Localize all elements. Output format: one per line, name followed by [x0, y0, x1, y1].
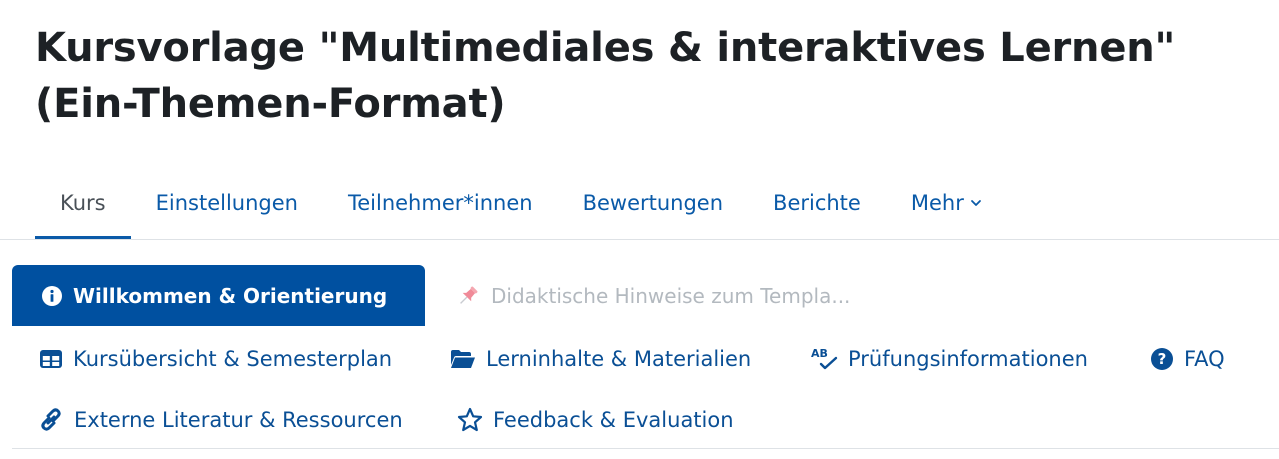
nav-tab-label: Einstellungen [155, 190, 298, 215]
nav-tab-bewertungen[interactable]: Bewertungen [558, 165, 748, 240]
nav-tab-teilnehmer[interactable]: Teilnehmer*innen [323, 165, 558, 240]
nav-tab-einstellungen[interactable]: Einstellungen [131, 165, 323, 240]
nav-tab-label: Mehr [910, 190, 964, 215]
link-feedback-evaluation[interactable]: Feedback & Evaluation [457, 389, 734, 450]
chevron-down-icon [970, 197, 982, 209]
nav-tab-mehr[interactable]: Mehr [886, 165, 1007, 240]
link-label: FAQ [1184, 346, 1225, 371]
section-links-row-2: Externe Literatur & Ressourcen Feedback … [0, 389, 1279, 450]
nav-tab-label: Teilnehmer*innen [347, 190, 533, 215]
link-label: Feedback & Evaluation [493, 407, 734, 432]
nav-tab-berichte[interactable]: Berichte [748, 165, 886, 240]
tab-didaktische-hinweise: Didaktische Hinweise zum Templa... [425, 265, 850, 326]
svg-text:AB: AB [811, 347, 828, 360]
section-links-row-1: Kursübersicht & Semesterplan Lerninhalte… [0, 328, 1279, 389]
link-label: Externe Literatur & Ressourcen [74, 407, 403, 432]
spellcheck-icon: AB [810, 346, 838, 372]
nav-tab-label: Bewertungen [582, 190, 724, 215]
pushpin-icon [455, 283, 481, 309]
link-faq[interactable]: ? FAQ [1150, 328, 1225, 389]
link-icon [38, 407, 64, 433]
page-title: Kursvorlage "Multimediales & interaktive… [35, 25, 1176, 127]
svg-text:?: ? [1158, 350, 1167, 368]
tab-label: Willkommen & Orientierung [73, 283, 388, 308]
nav-tab-kurs[interactable]: Kurs [35, 165, 131, 240]
link-externe-literatur[interactable]: Externe Literatur & Ressourcen [38, 389, 403, 450]
link-label: Kursübersicht & Semesterplan [73, 346, 393, 371]
nav-tab-label: Kurs [60, 190, 106, 215]
tab-willkommen-orientierung[interactable]: Willkommen & Orientierung [12, 265, 425, 326]
course-secondary-navigation: Kurs Einstellungen Teilnehmer*innen Bewe… [35, 165, 1007, 240]
link-label: Lerninhalte & Materialien [486, 346, 752, 371]
tab-label: Didaktische Hinweise zum Templa... [491, 283, 851, 308]
nav-tab-label: Berichte [773, 190, 861, 215]
link-kursuebersicht[interactable]: Kursübersicht & Semesterplan [39, 328, 392, 389]
folder-open-icon [450, 349, 476, 369]
link-pruefungsinformationen[interactable]: AB Prüfungsinformationen [810, 328, 1088, 389]
section-tabs: Willkommen & Orientierung Didaktische Hi… [12, 265, 850, 326]
table-icon [39, 349, 63, 369]
link-lerninhalte[interactable]: Lerninhalte & Materialien [450, 328, 751, 389]
nav-divider [0, 239, 1279, 240]
info-circle-icon [41, 285, 63, 307]
section-divider [12, 448, 1279, 449]
question-circle-icon: ? [1150, 347, 1174, 371]
link-label: Prüfungsinformationen [848, 346, 1088, 371]
star-icon [457, 407, 483, 433]
